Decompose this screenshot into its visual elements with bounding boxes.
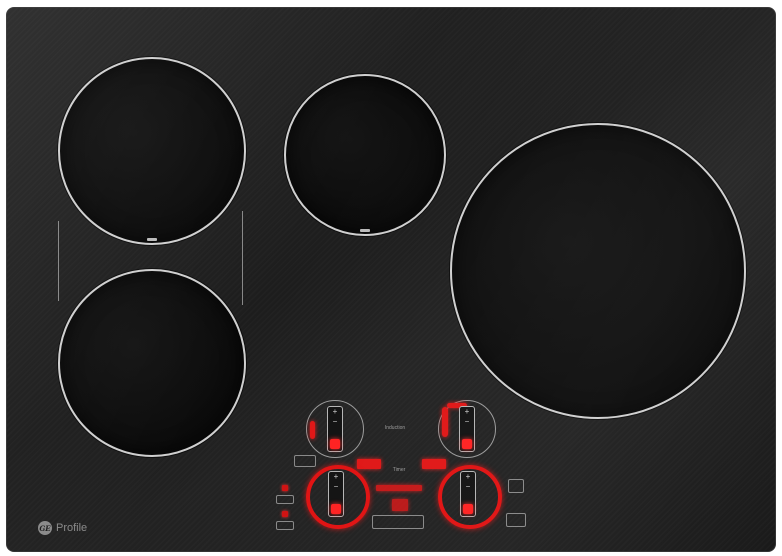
- sync-key[interactable]: [276, 495, 294, 504]
- sync-indicator-icon: [282, 485, 288, 491]
- dial-level-arc: [442, 407, 448, 437]
- induction-label: Induction: [384, 425, 406, 431]
- stepper-left-front[interactable]: + −: [328, 471, 344, 517]
- cooktop-surface: GE Profile Induction + − + − Timer + − +…: [6, 7, 776, 552]
- plus-icon[interactable]: +: [466, 472, 471, 482]
- left-zone-key[interactable]: [294, 455, 316, 467]
- brand-logo: GE Profile: [38, 521, 87, 535]
- stepper-right-rear[interactable]: + −: [459, 406, 475, 452]
- timer-key[interactable]: [372, 515, 424, 529]
- burner-right[interactable]: [450, 123, 746, 419]
- burner-left-front[interactable]: [58, 269, 246, 457]
- timer-digits: [392, 499, 408, 511]
- on-off-key[interactable]: [506, 513, 526, 527]
- power-level-indicator: [463, 504, 473, 514]
- plus-icon[interactable]: +: [334, 472, 339, 482]
- minus-icon[interactable]: −: [465, 417, 470, 427]
- minus-icon[interactable]: −: [466, 482, 471, 492]
- power-level-indicator: [462, 439, 472, 449]
- power-level-indicator: [331, 504, 341, 514]
- ge-logo-icon: GE: [38, 521, 52, 535]
- right-zone-display: [422, 459, 446, 469]
- plus-icon[interactable]: +: [333, 407, 338, 417]
- burner-indicator-mark: [147, 238, 157, 241]
- minus-icon[interactable]: −: [334, 482, 339, 492]
- burner-left-rear[interactable]: [58, 57, 246, 245]
- lock-indicator-icon: [282, 511, 288, 517]
- timer-label: Timer: [392, 467, 406, 473]
- plus-icon[interactable]: +: [465, 407, 470, 417]
- burner-center-rear[interactable]: [284, 74, 446, 236]
- power-level-indicator: [330, 439, 340, 449]
- lock-key[interactable]: [276, 521, 294, 530]
- left-zone-display: [357, 459, 381, 469]
- stepper-left-rear[interactable]: + −: [327, 406, 343, 452]
- burner-indicator-mark: [360, 229, 370, 232]
- brand-name: Profile: [56, 522, 88, 534]
- minus-icon[interactable]: −: [333, 417, 338, 427]
- power-key[interactable]: [508, 479, 524, 493]
- sync-zone-line-left: [58, 221, 59, 301]
- timer-display: [376, 485, 422, 491]
- sync-zone-line-right: [242, 211, 243, 305]
- stepper-right-front[interactable]: + −: [460, 471, 476, 517]
- dial-level-arc: [310, 421, 315, 439]
